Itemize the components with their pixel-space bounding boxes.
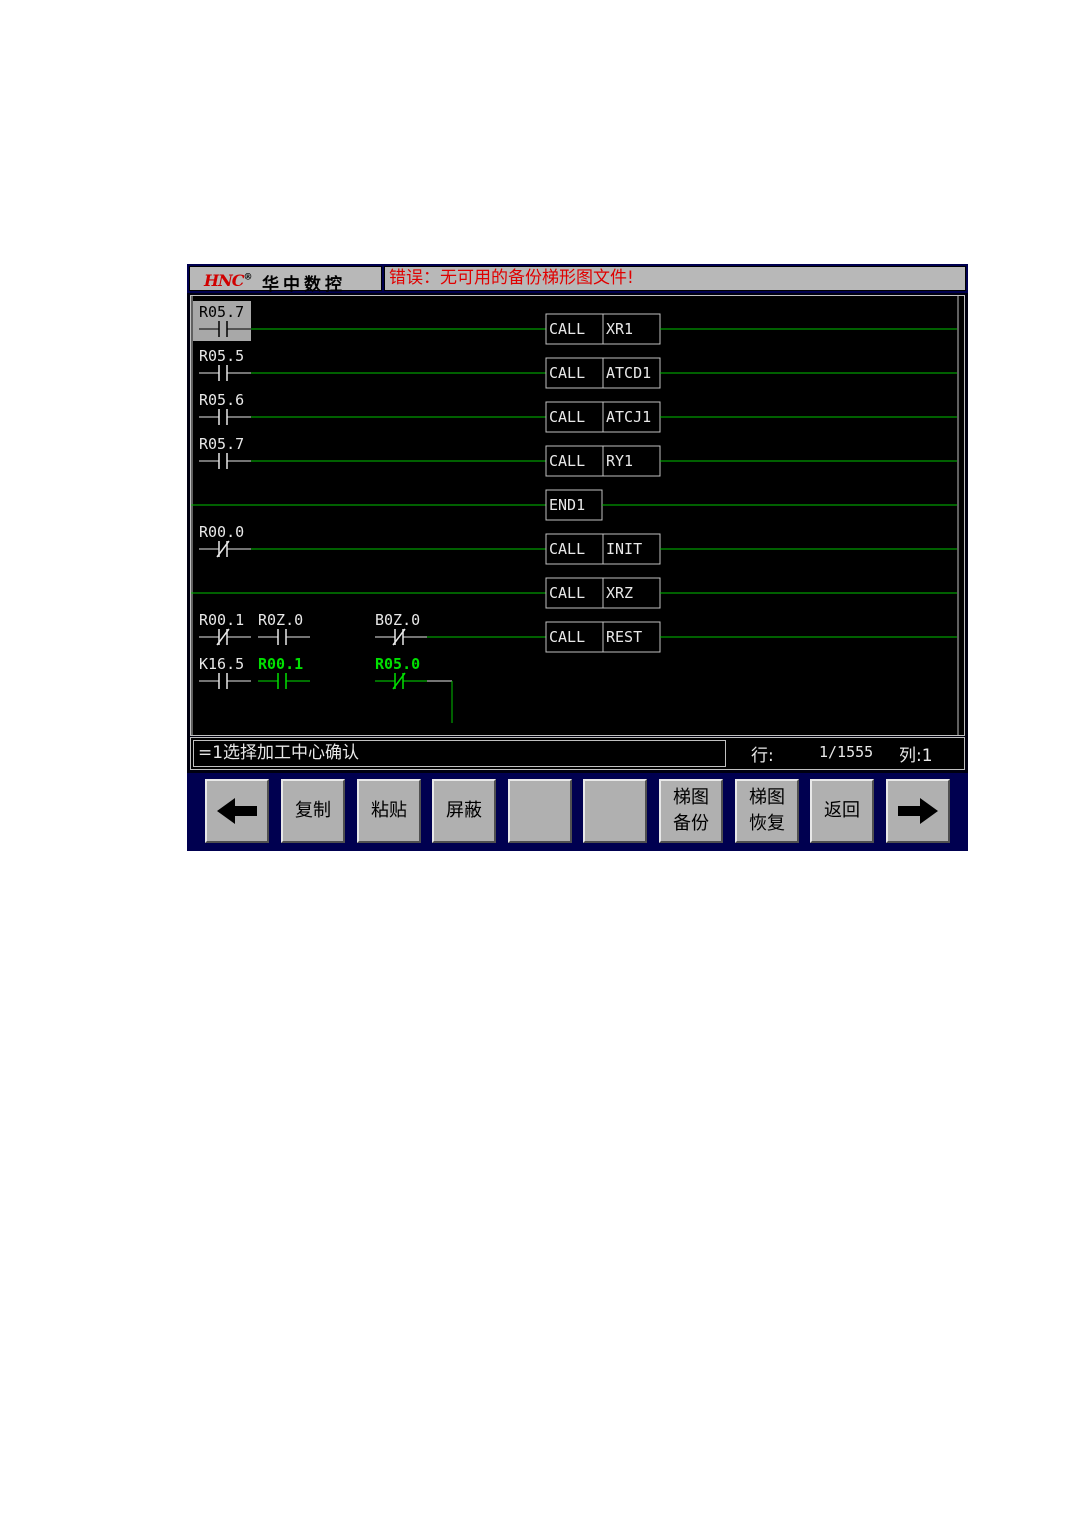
contact-label[interactable]: R05.5: [199, 347, 244, 365]
contact-label[interactable]: R00.1: [199, 611, 244, 629]
contact-label[interactable]: R00.0: [199, 523, 244, 541]
return-button[interactable]: 返回: [810, 779, 874, 843]
paste-button[interactable]: 粘贴: [357, 779, 421, 843]
blank-button-2[interactable]: [583, 779, 647, 843]
ladder-diagram[interactable]: R05.7 CALL XR1 R05.5 CALL ATCD1 R05.6 CALL ATCJ1…: [190, 295, 965, 736]
next-page-button[interactable]: [886, 779, 950, 843]
coil-op: CALL: [549, 364, 585, 382]
coil-op: CALL: [549, 628, 585, 646]
arrow-right-icon: [898, 798, 938, 824]
ladder-backup-button[interactable]: 梯图 备份: [659, 779, 723, 843]
contact-label[interactable]: R00.1: [258, 655, 303, 673]
title-bar: HNC® 华中数控 错误：无可用的备份梯形图文件!: [187, 264, 968, 295]
contact-label[interactable]: B0Z.0: [375, 611, 420, 629]
function-key-bar: 复制 粘贴 屏蔽 梯图 备份 梯图 恢复 返回: [187, 773, 968, 851]
logo-mark: HNC®: [204, 271, 252, 290]
coil-arg: INIT: [606, 540, 642, 558]
ladder-restore-button[interactable]: 梯图 恢复: [735, 779, 799, 843]
brand-logo: HNC® 华中数控: [189, 266, 382, 295]
coil-arg: RY1: [606, 452, 633, 470]
coil-arg: XR1: [606, 320, 633, 338]
prev-page-button[interactable]: [205, 779, 269, 843]
coil-op: CALL: [549, 452, 585, 470]
contact-label[interactable]: R05.0: [375, 655, 420, 673]
coil-arg: ATCJ1: [606, 408, 651, 426]
logo-text: 华中数控: [262, 275, 346, 295]
coil-arg: ATCD1: [606, 364, 651, 382]
mask-button[interactable]: 屏蔽: [432, 779, 496, 843]
coil-arg: REST: [606, 628, 642, 646]
contact-label[interactable]: K16.5: [199, 655, 244, 673]
coil-op: CALL: [549, 540, 585, 558]
row-label: 行:: [751, 746, 774, 766]
arrow-left-icon: [217, 798, 257, 824]
coil-op: END1: [549, 496, 585, 514]
error-message: 错误：无可用的备份梯形图文件!: [384, 266, 966, 291]
coil-op: CALL: [549, 584, 585, 602]
cnc-screen: HNC® 华中数控 错误：无可用的备份梯形图文件! R05.7 CALL XR1 R0…: [187, 264, 968, 851]
status-bar: =1选择加工中心确认 行: 1/1555 列:1: [190, 737, 965, 770]
blank-button-1[interactable]: [508, 779, 572, 843]
contact-label[interactable]: R05.6: [199, 391, 244, 409]
ladder-canvas[interactable]: R05.7 CALL XR1 R05.5 CALL ATCD1 R05.6 CALL ATCJ1…: [191, 296, 964, 735]
coil-op: CALL: [549, 408, 585, 426]
status-message: =1选择加工中心确认: [193, 740, 726, 767]
row-value: 1/1555: [819, 743, 874, 761]
contact-label[interactable]: R05.7: [199, 303, 244, 321]
contact-label[interactable]: R05.7: [199, 435, 244, 453]
copy-button[interactable]: 复制: [281, 779, 345, 843]
column-indicator: 列:1: [899, 746, 933, 766]
coil-op: CALL: [549, 320, 585, 338]
contact-label[interactable]: R0Z.0: [258, 611, 303, 629]
coil-arg: XRZ: [606, 584, 633, 602]
